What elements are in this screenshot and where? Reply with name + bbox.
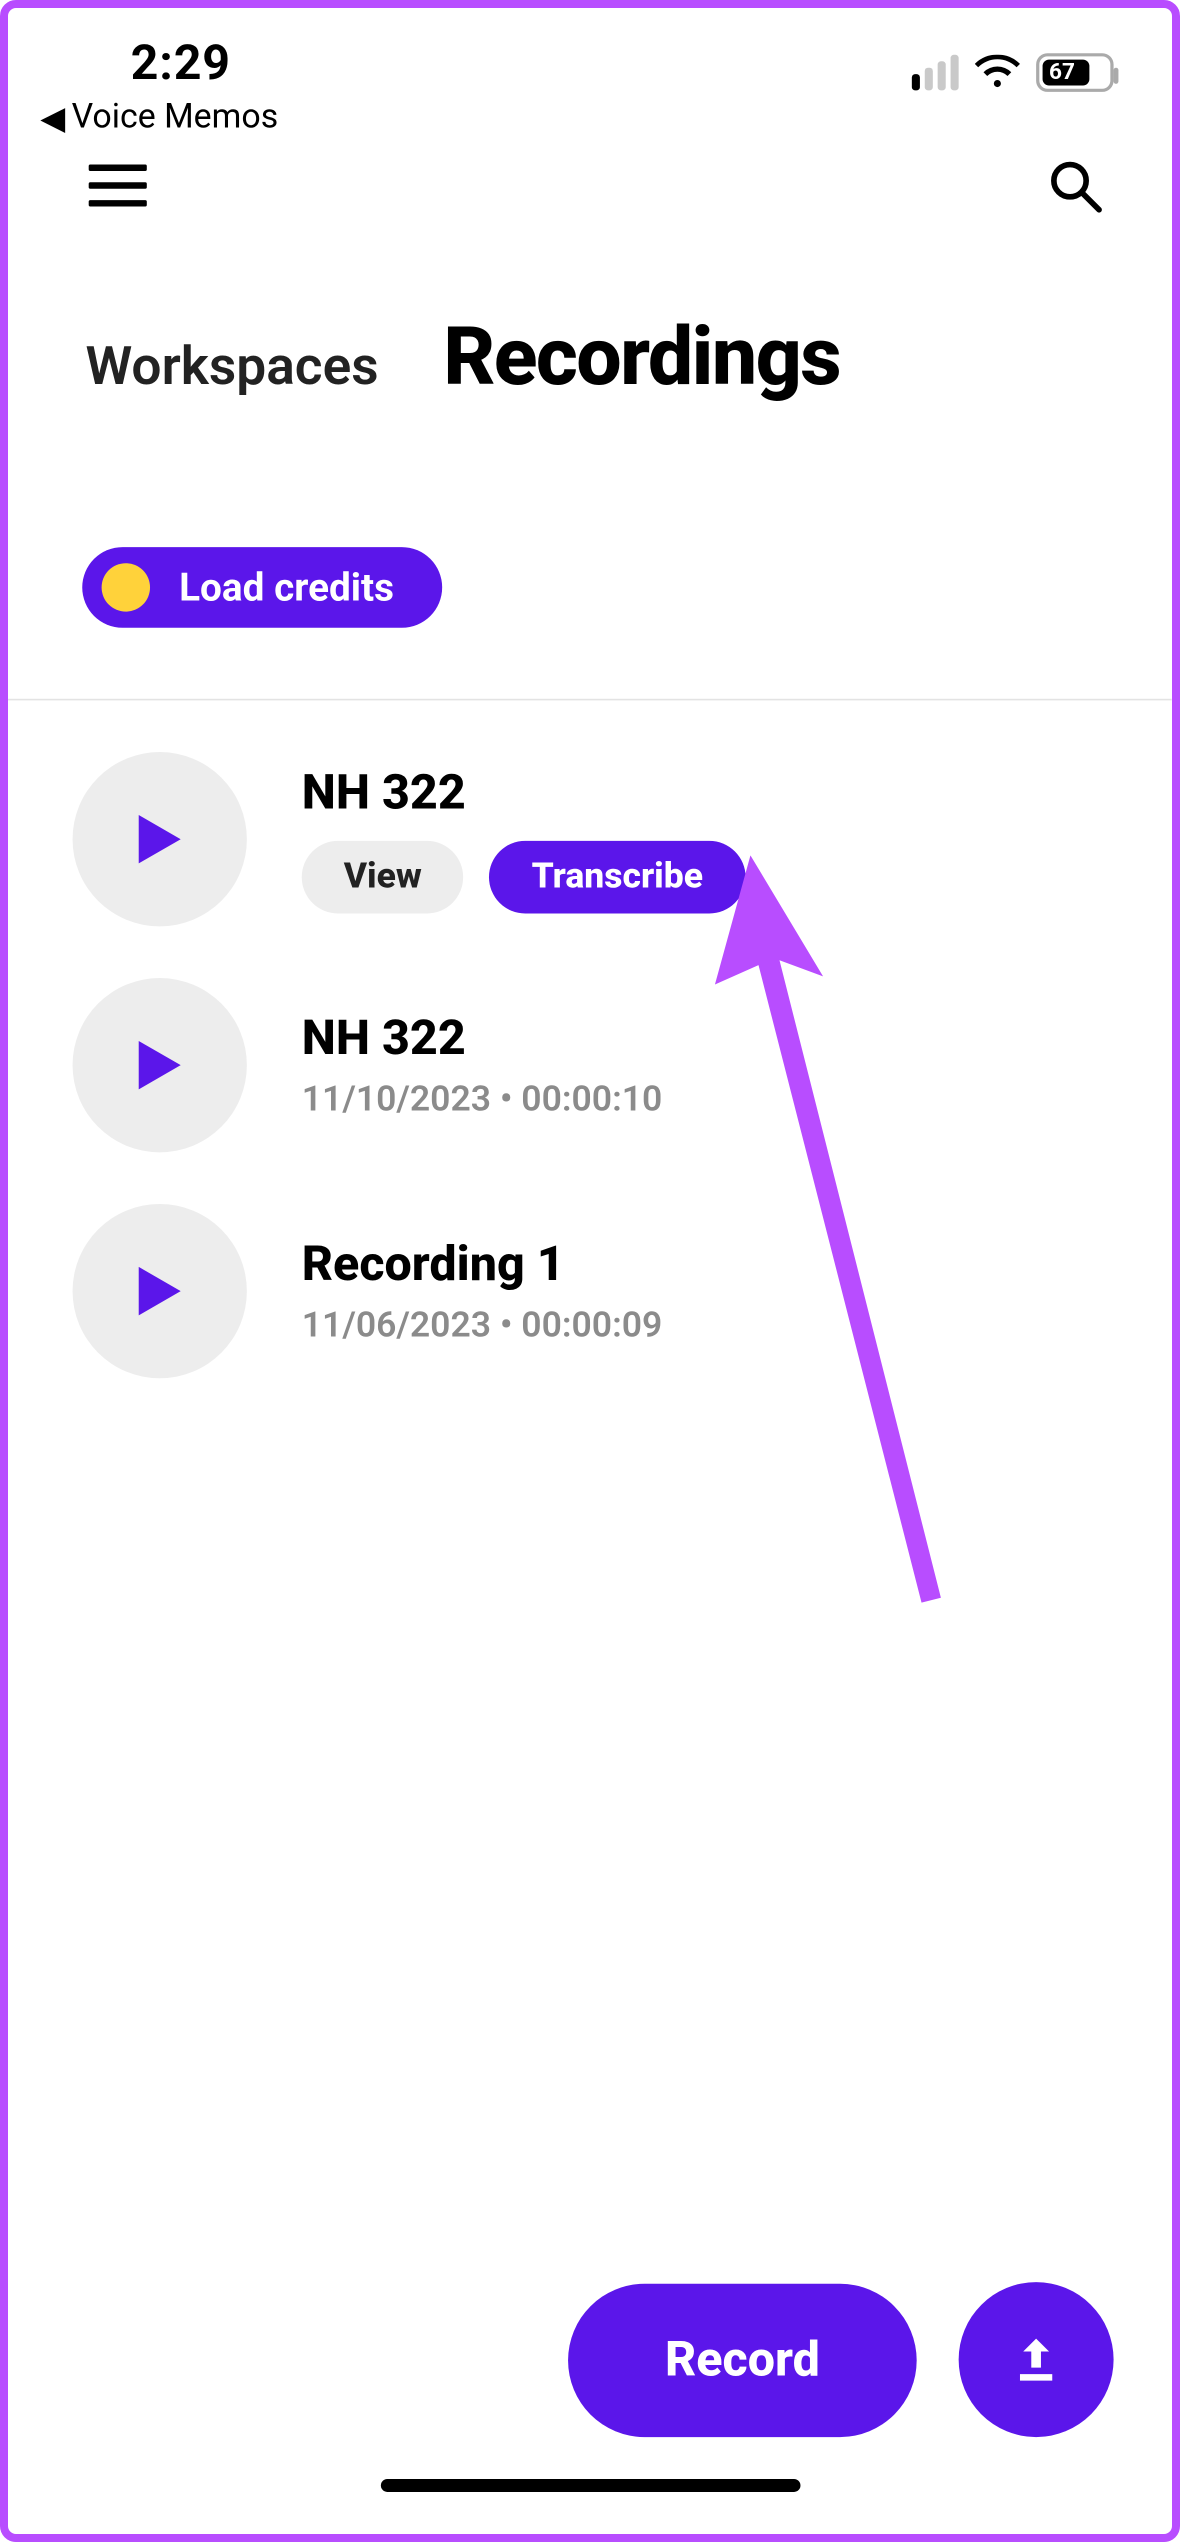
record-button[interactable]: Record	[568, 2283, 917, 2436]
bottom-bar: Record	[8, 2282, 1172, 2437]
recording-title: Recording 1	[302, 1236, 663, 1292]
battery-percent: 67	[1039, 60, 1075, 86]
recordings-list: NH 322 View Transcribe NH 322 11/10/2023…	[8, 700, 1172, 1378]
title-row: Workspaces Recordings	[8, 215, 1172, 405]
recording-row[interactable]: NH 322 11/10/2023 • 00:00:10	[73, 978, 1108, 1152]
recording-row[interactable]: NH 322 View Transcribe	[73, 752, 1108, 926]
play-button[interactable]	[73, 1204, 247, 1378]
breadcrumb[interactable]: Workspaces	[85, 336, 378, 399]
upload-icon	[1009, 2332, 1064, 2387]
view-button[interactable]: View	[302, 841, 464, 914]
load-credits-button[interactable]: Load credits	[82, 547, 442, 628]
back-to-app[interactable]: ◀ Voice Memos	[8, 92, 1172, 137]
menu-icon[interactable]	[89, 165, 147, 207]
wifi-icon	[975, 55, 1020, 91]
transcribe-button[interactable]: Transcribe	[490, 841, 745, 914]
home-indicator[interactable]	[380, 2479, 800, 2492]
back-chevron-icon: ◀	[40, 98, 65, 137]
upload-button[interactable]	[959, 2282, 1114, 2437]
recording-meta: 11/10/2023 • 00:00:10	[302, 1080, 663, 1120]
recording-row[interactable]: Recording 1 11/06/2023 • 00:00:09	[73, 1204, 1108, 1378]
record-label: Record	[665, 2331, 820, 2387]
play-button[interactable]	[73, 752, 247, 926]
status-time: 2:29	[131, 35, 231, 91]
recording-title: NH 322	[302, 1010, 663, 1066]
device-frame: 2:29 67 ◀ Voice Memos	[0, 0, 1180, 2542]
page-title: Recordings	[443, 311, 840, 405]
back-to-app-label: Voice Memos	[72, 98, 279, 137]
play-button[interactable]	[73, 978, 247, 1152]
load-credits-label: Load credits	[179, 565, 394, 610]
battery-icon: 67	[1036, 53, 1113, 92]
coin-icon	[102, 563, 150, 611]
search-icon[interactable]	[1046, 156, 1104, 214]
cellular-icon	[912, 55, 959, 91]
recording-meta: 11/06/2023 • 00:00:09	[302, 1306, 663, 1346]
recording-title: NH 322	[302, 765, 745, 821]
status-indicators: 67	[912, 53, 1114, 92]
app-header	[8, 137, 1172, 214]
status-bar: 2:29 67	[8, 8, 1172, 92]
